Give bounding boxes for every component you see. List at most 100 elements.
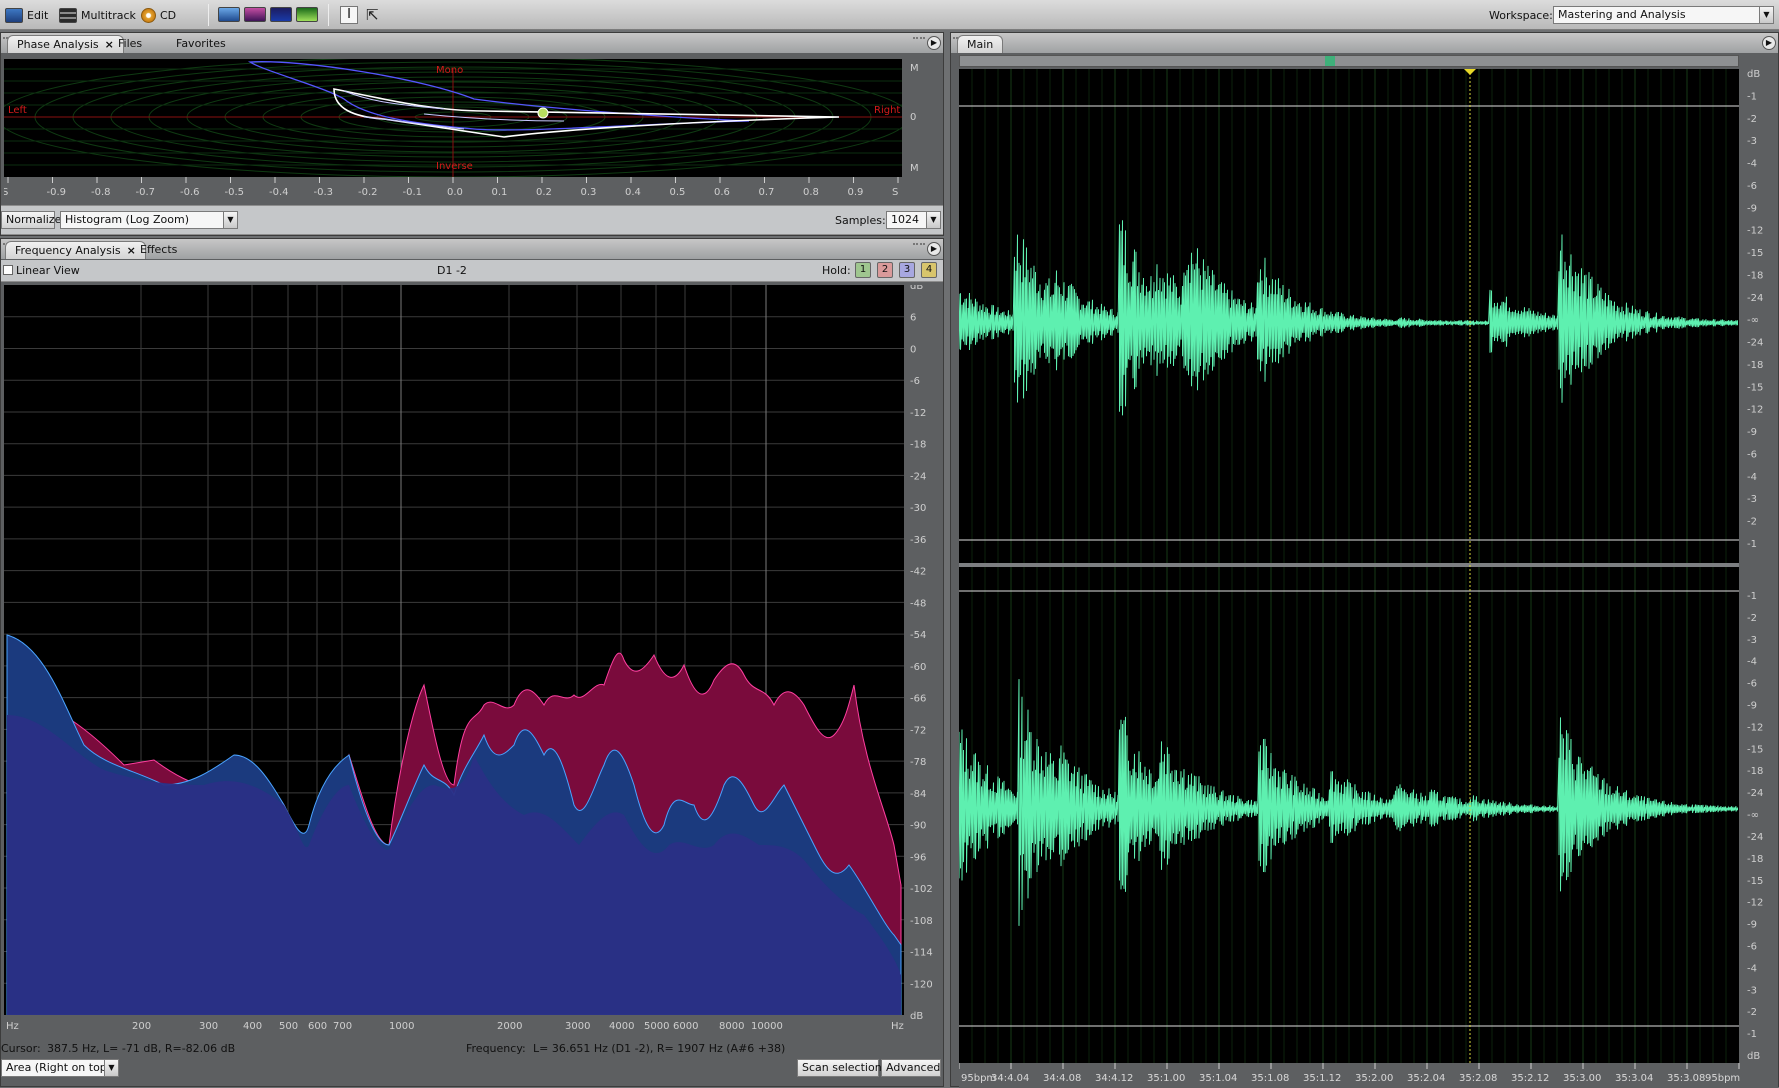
- timeline-label: 35:3.04: [1615, 1073, 1653, 1084]
- panel-menu-icon[interactable]: ▶: [927, 36, 941, 50]
- phase-x-tick-label: -0.9: [47, 187, 67, 198]
- linear-view-checkbox[interactable]: [3, 265, 13, 275]
- wave-db-label: -∞: [1747, 315, 1759, 326]
- tab-main[interactable]: Main: [957, 35, 1004, 53]
- wave-db-label: -24: [1747, 788, 1763, 799]
- freq-db-label: -84: [910, 789, 926, 800]
- hold-button-2[interactable]: 2: [877, 262, 893, 278]
- workspace-select[interactable]: Mastering and Analysis ▼: [1553, 6, 1774, 24]
- tab-files[interactable]: Files: [109, 35, 151, 53]
- freq-db-label: -6: [910, 376, 920, 387]
- phase-scale-bottom: M: [910, 163, 919, 174]
- edit-view-button[interactable]: Edit: [5, 5, 48, 25]
- phase-x-tick-label: S: [892, 187, 898, 198]
- freq-db-label: -54: [910, 630, 926, 641]
- freq-db-label: -102: [910, 884, 933, 895]
- freq-db-label: -42: [910, 567, 926, 578]
- tab-frequency-analysis[interactable]: Frequency Analysis ×: [5, 241, 146, 259]
- freq-hz-label: 2000: [497, 1021, 522, 1032]
- tab-favorites[interactable]: Favorites: [167, 35, 235, 53]
- wave-db-label: -3: [1747, 985, 1757, 996]
- main-editor-panel: Main ▶ dB -1 -2 -3 -4 -6 -9 -12 -15 -18 -24 -∞ -24 -1…: [950, 32, 1779, 1088]
- phase-panel-tabs: Phase Analysis × Files Favorites ▶: [1, 33, 943, 53]
- freq-hz-label: 4000: [609, 1021, 634, 1032]
- phase-x-tick-label: 0.1: [492, 187, 508, 198]
- tab-phase-analysis[interactable]: Phase Analysis ×: [7, 35, 124, 53]
- chevron-down-icon: ▼: [926, 212, 940, 228]
- pan-view-icon[interactable]: [270, 7, 292, 22]
- phase-x-tick-label: 0.2: [536, 187, 552, 198]
- freq-hz-label: 500: [279, 1021, 298, 1032]
- freq-hz-label: 200: [132, 1021, 151, 1032]
- phase-scale-mid: 0: [910, 112, 916, 123]
- phase-scope: Mono Left Right Inverse M 0 M S -0.9 -0.8 -…: [4, 59, 942, 219]
- phase-scale-top: M: [910, 63, 919, 74]
- wave-db-label: -6: [1747, 181, 1757, 192]
- cd-view-button[interactable]: CD: [141, 5, 176, 25]
- timeline-label: 34:4.08: [1043, 1073, 1081, 1084]
- hold-button-4[interactable]: 4: [921, 262, 937, 278]
- freq-hz-label: 8000: [719, 1021, 744, 1032]
- wave-db-label: -9: [1747, 203, 1757, 214]
- wave-db-label: dB: [1747, 69, 1760, 80]
- normalize-button[interactable]: Normalize: [1, 211, 61, 229]
- scan-selection-button[interactable]: Scan selection: [797, 1059, 882, 1077]
- wave-db-label: -9: [1747, 920, 1757, 931]
- phase-x-tick-label: 0.4: [625, 187, 641, 198]
- advanced-button[interactable]: Advanced: [881, 1059, 941, 1077]
- freq-hz-label: Hz: [6, 1021, 19, 1032]
- phase-x-tick-label: -0.6: [180, 187, 200, 198]
- wave-db-label: -12: [1747, 722, 1763, 733]
- phase-x-tick-label: S: [4, 187, 8, 198]
- freq-db-label: -24: [910, 471, 926, 482]
- workspace-value: Mastering and Analysis: [1558, 8, 1686, 21]
- pitch-view-icon[interactable]: [296, 7, 318, 22]
- wave-db-label: -2: [1747, 114, 1757, 125]
- panel-menu-icon[interactable]: ▶: [927, 242, 941, 256]
- freq-hz-label: 700: [333, 1021, 352, 1032]
- timeline-label: 35:2.00: [1355, 1073, 1393, 1084]
- zoom-navigator[interactable]: [959, 55, 1739, 67]
- cursor-readout: 387.5 Hz, L= -71 dB, R=-82.06 dB: [47, 1042, 236, 1055]
- multitrack-view-button[interactable]: Multitrack: [59, 5, 136, 25]
- time-selection-tool-icon[interactable]: I: [340, 6, 358, 24]
- display-mode-select[interactable]: Area (Right on top) ▼: [1, 1059, 119, 1077]
- freq-db-label: -72: [910, 725, 926, 736]
- chevron-down-icon: ▼: [223, 212, 237, 228]
- chevron-down-icon: ▼: [104, 1060, 118, 1076]
- frequency-graph: dB 6 0 -6 -12 -18 -24 -30 -36 -42 -48 -54 -60 -66 -72 -…: [4, 285, 942, 1034]
- freq-options-bar: Linear View D1 -2 Hold: 1 2 3 4: [1, 260, 943, 282]
- phase-mode-select[interactable]: Histogram (Log Zoom) ▼: [60, 211, 238, 229]
- hold-button-1[interactable]: 1: [855, 262, 871, 278]
- cd-view-label: CD: [160, 8, 177, 22]
- freq-db-label: -30: [910, 503, 926, 514]
- cd-icon: [141, 7, 156, 23]
- wave-db-label: -2: [1747, 613, 1757, 624]
- tab-label: Files: [118, 37, 143, 50]
- freq-hz-label: 400: [243, 1021, 262, 1032]
- phase-x-tick-label: 0.5: [670, 187, 686, 198]
- zoom-navigator-handle[interactable]: [1325, 56, 1335, 66]
- waveform-view-icon[interactable]: [218, 7, 240, 22]
- phase-mode-value: Histogram (Log Zoom): [65, 213, 189, 226]
- spectral-view-icon[interactable]: [244, 7, 266, 22]
- timeline-label: 35:1.00: [1147, 1073, 1185, 1084]
- freq-db-label: -96: [910, 852, 926, 863]
- phase-x-tick-label: -0.8: [91, 187, 111, 198]
- phase-x-tick-label: 0.6: [714, 187, 730, 198]
- timeline-label: 35:3.08: [1667, 1073, 1705, 1084]
- hold-button-3[interactable]: 3: [899, 262, 915, 278]
- phase-analysis-panel: Phase Analysis × Files Favorites ▶ Mono L…: [0, 32, 944, 236]
- timeline-label: 35:1.08: [1251, 1073, 1289, 1084]
- phase-label-inverse: Inverse: [436, 161, 473, 172]
- phase-label-mono: Mono: [436, 65, 463, 76]
- panel-menu-icon[interactable]: ▶: [1762, 36, 1776, 50]
- tab-effects[interactable]: Effects: [131, 241, 186, 259]
- samples-select[interactable]: 1024 ▼: [886, 211, 941, 229]
- timeline-label: 95bpm: [1705, 1073, 1740, 1084]
- channel-label: D1 -2: [437, 264, 467, 277]
- cursor-label: Cursor:: [1, 1042, 41, 1055]
- marquee-tool-icon[interactable]: ⇱: [366, 6, 379, 24]
- timeline-label: 35:2.08: [1459, 1073, 1497, 1084]
- wave-db-label: -15: [1747, 248, 1763, 259]
